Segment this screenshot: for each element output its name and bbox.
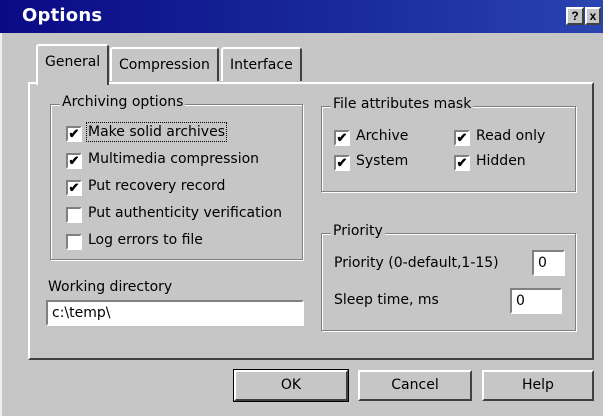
multimedia-compression-checkbox[interactable]: ✔	[66, 153, 82, 169]
log-errors-label[interactable]: Log errors to file	[88, 232, 203, 248]
working-directory-input[interactable]: c:\temp\	[46, 300, 304, 326]
multimedia-compression-label[interactable]: Multimedia compression	[88, 151, 259, 167]
ok-button[interactable]: OK	[233, 369, 349, 402]
hidden-attr-label[interactable]: Hidden	[476, 153, 526, 169]
priority-input[interactable]: 0	[532, 250, 565, 276]
recovery-record-label[interactable]: Put recovery record	[88, 178, 225, 194]
tab-interface[interactable]: Interface	[221, 47, 302, 81]
archive-attr-label[interactable]: Archive	[356, 128, 408, 144]
help-title-button[interactable]: ?	[566, 7, 584, 25]
archiving-options-title: Archiving options	[60, 94, 186, 110]
tab-interface-label: Interface	[230, 57, 293, 73]
hidden-attr-checkbox[interactable]: ✔	[454, 155, 470, 171]
authenticity-verification-label[interactable]: Put authenticity verification	[88, 205, 282, 221]
file-attributes-group	[321, 106, 576, 192]
sleep-time-input[interactable]: 0	[510, 288, 562, 314]
archive-attr-checkbox[interactable]: ✔	[334, 130, 350, 146]
priority-group-title: Priority	[331, 223, 385, 239]
priority-group	[321, 233, 576, 331]
cancel-button[interactable]: Cancel	[358, 370, 472, 401]
tab-compression-label: Compression	[119, 57, 210, 73]
window-title: Options	[22, 5, 103, 26]
tab-general-label: General	[45, 54, 101, 70]
readonly-attr-checkbox[interactable]: ✔	[454, 130, 470, 146]
tab-general[interactable]: General	[36, 44, 110, 85]
solid-archives-label[interactable]: Make solid archives	[86, 122, 227, 142]
recovery-record-checkbox[interactable]: ✔	[66, 180, 82, 196]
sleep-time-label: Sleep time, ms	[334, 292, 439, 308]
log-errors-checkbox[interactable]	[66, 234, 82, 250]
tab-compression[interactable]: Compression	[110, 47, 219, 81]
system-attr-checkbox[interactable]: ✔	[334, 155, 350, 171]
priority-label: Priority (0-default,1-15)	[334, 255, 499, 271]
close-title-button[interactable]: x	[585, 7, 601, 25]
help-button[interactable]: Help	[482, 370, 594, 401]
authenticity-verification-checkbox[interactable]	[66, 207, 82, 223]
system-attr-label[interactable]: System	[356, 153, 408, 169]
solid-archives-checkbox[interactable]: ✔	[66, 126, 82, 142]
readonly-attr-label[interactable]: Read only	[476, 128, 545, 144]
working-directory-label: Working directory	[48, 279, 173, 295]
file-attributes-title: File attributes mask	[331, 96, 474, 112]
